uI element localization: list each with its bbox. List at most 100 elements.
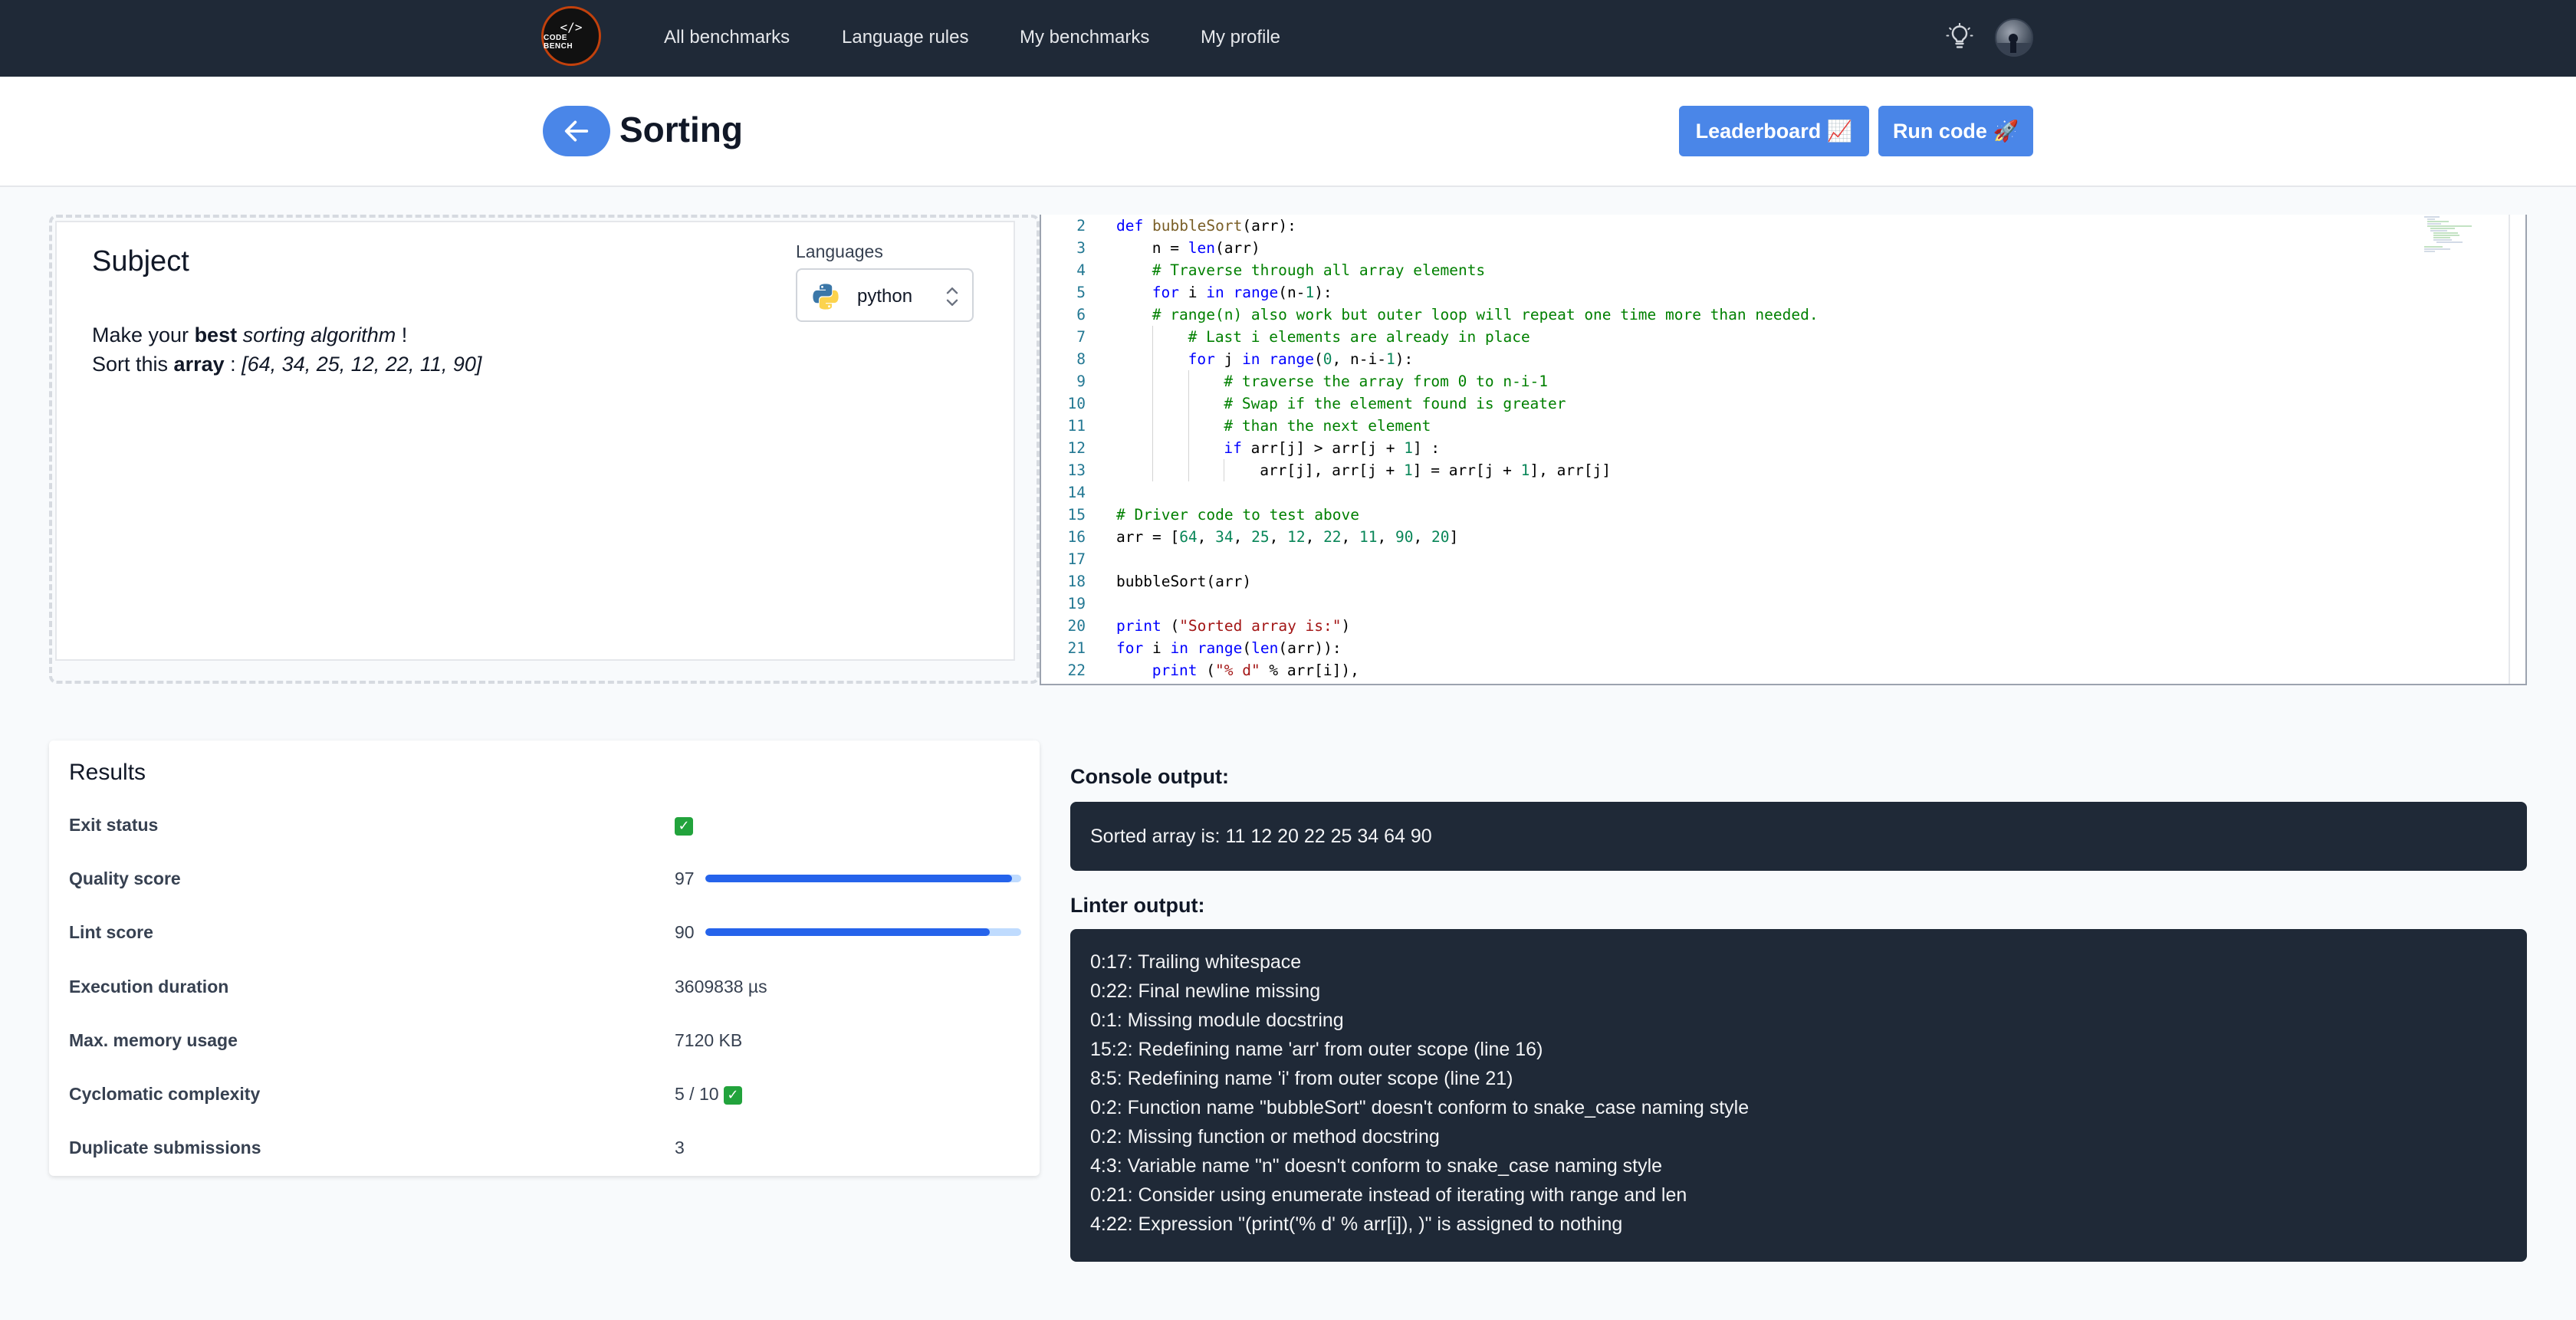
code-text: bubbleSort(arr) <box>1116 573 1252 590</box>
lightbulb-icon[interactable] <box>1946 23 1973 51</box>
code-line: 13 arr[j], arr[j + 1] = arr[j + 1], arr[j… <box>1041 459 2498 481</box>
code-text: arr = [64, 34, 25, 12, 22, 11, 90, 20] <box>1116 528 1459 546</box>
text-segment: Sort this <box>92 353 174 376</box>
code-line: 6 # range(n) also work but outer loop wil… <box>1041 304 2498 326</box>
code-line: 16 arr = [64, 34, 25, 12, 22, 11, 90, 20] <box>1041 526 2498 548</box>
line-number: 13 <box>1067 461 1086 479</box>
result-value: 90 <box>675 921 695 943</box>
text-italic: sorting algorithm <box>242 323 396 346</box>
result-value: 97 <box>675 868 695 889</box>
indent-guide <box>1188 415 1189 437</box>
code-text: if arr[j] > arr[j + 1] : <box>1224 439 1441 457</box>
nav-link-my-profile[interactable]: My profile <box>1201 26 1280 49</box>
languages-label: Languages <box>796 241 883 261</box>
subject-line-2: Sort this array : [64, 34, 25, 12, 22, 1… <box>92 351 481 377</box>
text-segment: : <box>224 353 242 376</box>
run-code-button[interactable]: Run code 🚀 <box>1878 106 2033 156</box>
result-label: Execution duration <box>69 977 229 997</box>
code-line: 20 print ("Sorted array is:") <box>1041 615 2498 637</box>
console-output-text: Sorted array is: 11 12 20 22 25 34 64 90 <box>1090 826 1432 847</box>
text-italic: [64, 34, 25, 12, 22, 11, 90] <box>242 353 482 376</box>
code-text: arr[j], arr[j + 1] = arr[j + 1], arr[j] <box>1260 461 1612 479</box>
indent-guide <box>1152 348 1153 370</box>
result-label: Quality score <box>69 869 181 888</box>
page-title: Sorting <box>619 110 743 149</box>
indent-guide <box>1152 370 1153 392</box>
result-value-text: 3 <box>675 1138 685 1157</box>
linter-message: 0:2: Missing function or method docstrin… <box>1090 1126 1440 1148</box>
top-navbar: </> CODE BENCH All benchmarks Language r… <box>0 0 2576 77</box>
code-line: 15 # Driver code to test above <box>1041 504 2498 526</box>
result-label: Cyclomatic complexity <box>69 1084 261 1104</box>
python-icon <box>813 284 839 310</box>
linter-message: 4:22: Expression "(print('% d' % arr[i])… <box>1090 1213 1623 1235</box>
line-number: 3 <box>1076 239 1086 257</box>
linter-message: 4:3: Variable name "n" doesn't conform t… <box>1090 1155 1663 1177</box>
line-number: 16 <box>1067 528 1086 546</box>
linter-message: 0:1: Missing module docstring <box>1090 1010 1344 1031</box>
code-line: 7 # Last i elements are already in place <box>1041 326 2498 348</box>
subject-title: Subject <box>92 245 189 277</box>
indent-guide <box>1188 370 1189 392</box>
score-progress-fill <box>705 928 990 936</box>
indent-guide <box>1152 437 1153 459</box>
code-text: # Swap if the element found is greater <box>1224 395 1566 412</box>
result-value: ✓ <box>675 814 693 836</box>
code-bench-logo[interactable]: </> CODE BENCH <box>541 6 601 66</box>
line-number: 20 <box>1067 617 1086 635</box>
code-line: 10 # Swap if the element found is greater <box>1041 392 2498 415</box>
result-label: Duplicate submissions <box>69 1138 261 1157</box>
nav-link-language-rules[interactable]: Language rules <box>842 26 968 49</box>
code-text: for i in range(n-1): <box>1152 284 1332 301</box>
line-number: 9 <box>1076 373 1086 390</box>
code-text: n = len(arr) <box>1152 239 1260 257</box>
linter-message: 0:2: Function name "bubbleSort" doesn't … <box>1090 1097 1750 1118</box>
line-number: 22 <box>1067 662 1086 679</box>
language-value: python <box>857 286 913 307</box>
code-line: 5 for i in range(n-1): <box>1041 281 2498 304</box>
code-line: 21 for i in range(len(arr)): <box>1041 637 2498 659</box>
results-card <box>49 740 1040 1176</box>
line-number: 4 <box>1076 261 1086 279</box>
code-text: print ("% d" % arr[i]), <box>1152 662 1359 679</box>
code-text: print ("Sorted array is:") <box>1116 617 1351 635</box>
leaderboard-button[interactable]: Leaderboard 📈 <box>1679 106 1869 156</box>
code-editor[interactable]: 2 def bubbleSort(arr): 3 n = len(arr) 4 # Tra… <box>1040 215 2527 685</box>
nav-link-my-benchmarks[interactable]: My benchmarks <box>1020 26 1149 49</box>
indent-guide <box>1188 437 1189 459</box>
text-bold: array <box>173 353 225 376</box>
back-button[interactable] <box>543 106 610 156</box>
result-value-text: 7120 KB <box>675 1030 743 1050</box>
code-text: # Last i elements are already in place <box>1188 328 1530 346</box>
line-number: 8 <box>1076 350 1086 368</box>
result-value-text: 5 / 10 <box>675 1084 724 1104</box>
code-text: # than the next element <box>1224 417 1431 435</box>
console-output: Sorted array is: 11 12 20 22 25 34 64 90 <box>1070 802 2527 871</box>
code-text: # Driver code to test above <box>1116 506 1359 524</box>
code-line: 2 def bubbleSort(arr): <box>1041 215 2498 237</box>
page-header <box>0 77 2576 187</box>
line-number: 5 <box>1076 284 1086 301</box>
linter-message: 0:21: Consider using enumerate instead o… <box>1090 1184 1687 1206</box>
code-line: 12 if arr[j] > arr[j + 1] : <box>1041 437 2498 459</box>
text-segment: ! <box>396 323 408 346</box>
indent-guide <box>1152 326 1153 348</box>
linter-message: 0:22: Final newline missing <box>1090 980 1321 1002</box>
logo-wordmark: CODE BENCH <box>544 34 573 51</box>
score-progress-bar <box>705 928 1021 936</box>
result-value: 5 / 10 ✓ <box>675 1083 742 1105</box>
editor-minimap[interactable] <box>2421 215 2490 253</box>
language-select[interactable]: python <box>796 268 974 322</box>
code-text: # traverse the array from 0 to n-i-1 <box>1224 373 1549 390</box>
indent-guide <box>1188 459 1189 481</box>
score-progress-fill <box>705 875 1012 882</box>
editor-scrollbar[interactable] <box>2509 215 2510 684</box>
line-number: 7 <box>1076 328 1086 346</box>
code-line: 19 <box>1041 593 2498 615</box>
nav-link-all-benchmarks[interactable]: All benchmarks <box>664 26 790 49</box>
linter-message: 8:5: Redefining name 'i' from outer scop… <box>1090 1068 1513 1089</box>
text-segment: Make your <box>92 323 195 346</box>
line-number: 17 <box>1067 550 1086 568</box>
user-avatar[interactable] <box>1995 18 2033 57</box>
result-value: 7120 KB <box>675 1029 742 1051</box>
